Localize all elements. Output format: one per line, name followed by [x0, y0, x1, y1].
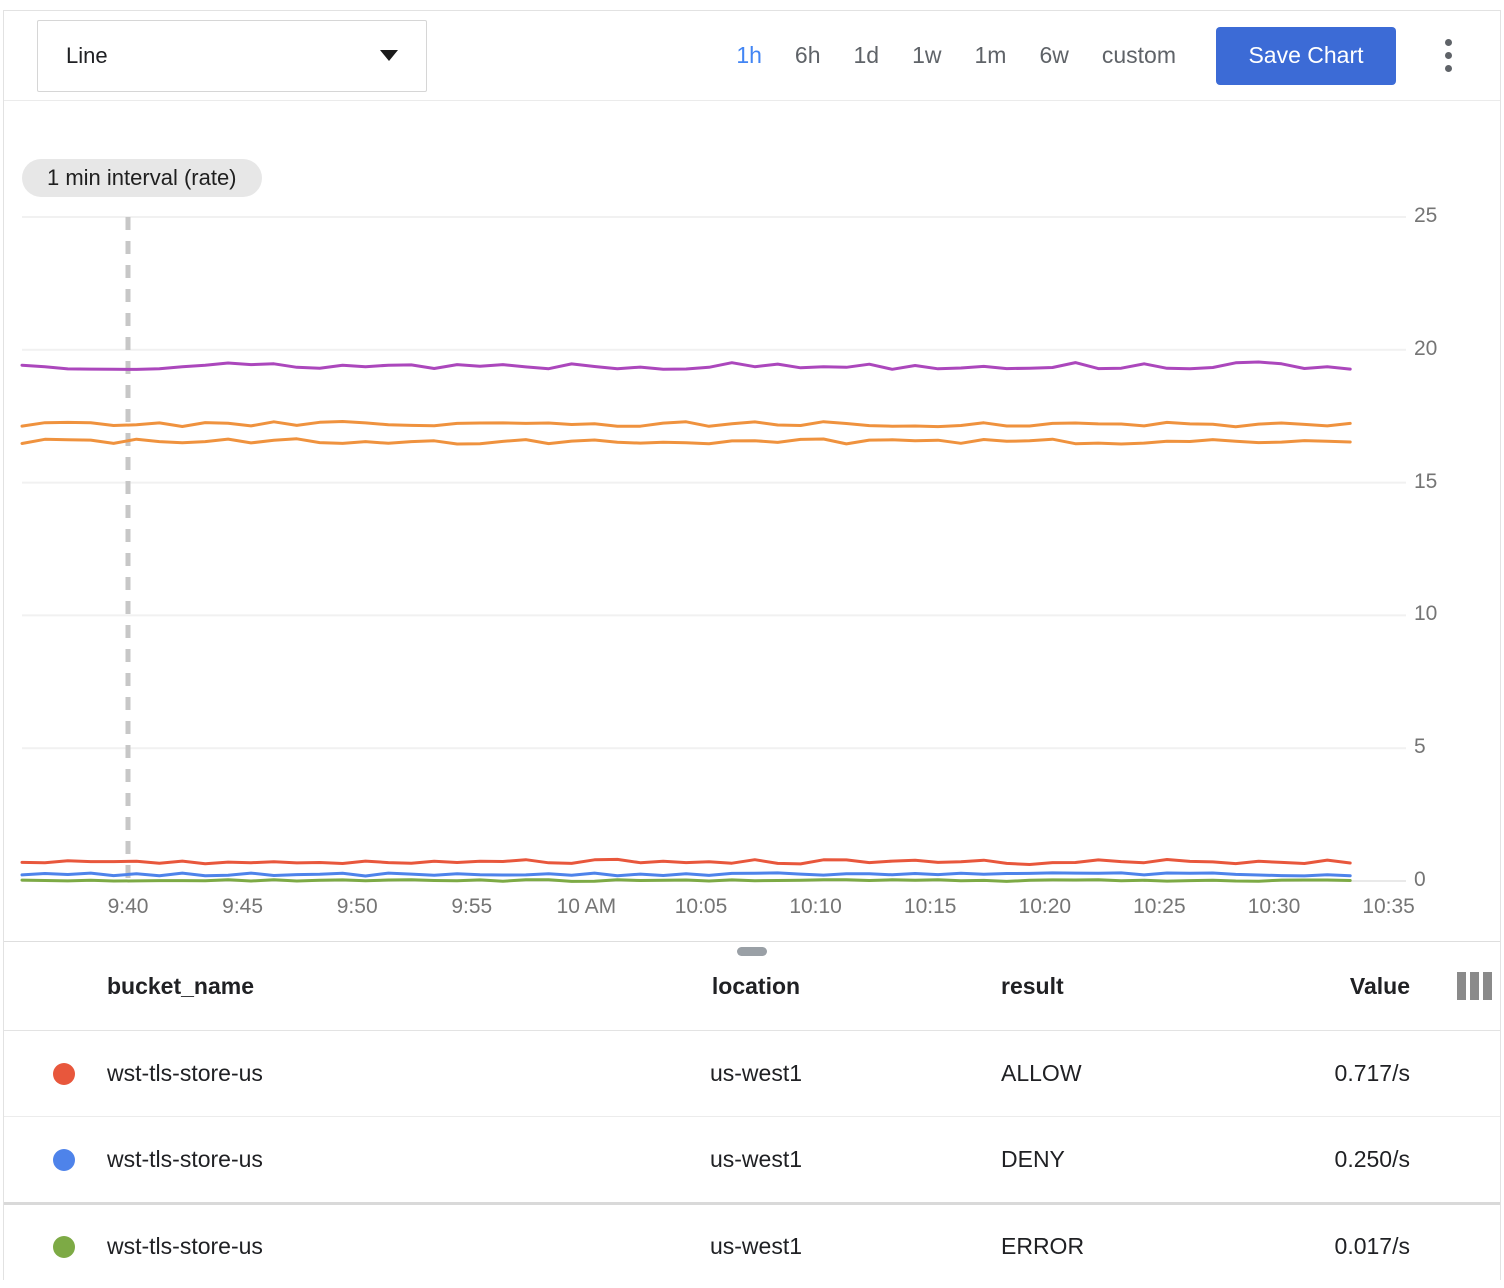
chart-toolbar: Line 1h 6h 1d 1w 1m 6w custom Save Chart — [4, 11, 1500, 101]
value-cell: 0.250/s — [1231, 1146, 1414, 1173]
time-range-1m[interactable]: 1m — [975, 42, 1007, 69]
time-range-6w[interactable]: 6w — [1039, 42, 1068, 69]
series-line-unlabeled-orange-upper[interactable] — [22, 422, 1350, 427]
legend-table: bucket_name location result Value wst-tl… — [4, 941, 1500, 1288]
x-axis-tick-label: 10:15 — [904, 895, 957, 919]
x-axis-tick-label: 10:35 — [1362, 895, 1415, 919]
y-axis-tick-label: 10 — [1414, 602, 1437, 626]
x-axis-tick-label: 9:40 — [108, 895, 149, 919]
series-line-wst-tls-store-us us-west1 ALLOW[interactable] — [22, 859, 1350, 864]
result-cell: DENY — [908, 1146, 1231, 1173]
location-header: location — [604, 973, 908, 1000]
time-range-custom[interactable]: custom — [1102, 42, 1176, 69]
bucket-name-header: bucket_name — [107, 973, 604, 1000]
series-line-unlabeled-orange-lower[interactable] — [22, 439, 1350, 444]
x-axis-tick-label: 10 AM — [557, 895, 617, 919]
table-row[interactable]: wst-tls-store-us us-west1 DENY 0.250/s — [4, 1116, 1500, 1202]
series-line-unlabeled-purple[interactable] — [22, 362, 1350, 369]
table-row[interactable]: wst-tls-store-us us-west1 ALLOW 0.717/s — [4, 1030, 1500, 1116]
chart-card: Line 1h6h1d1w1m6wcustom Save Chart 1 min… — [3, 10, 1501, 1280]
more-options-kebab-icon[interactable] — [1426, 27, 1470, 85]
value-cell: 0.717/s — [1231, 1060, 1414, 1087]
time-range-1d[interactable]: 1d — [854, 42, 880, 69]
drag-handle[interactable] — [737, 947, 767, 956]
x-axis-tick-label: 10:30 — [1248, 895, 1301, 919]
chart-type-dropdown[interactable]: Line — [37, 20, 427, 92]
bucket-name-cell: wst-tls-store-us — [107, 1060, 604, 1087]
series-line-wst-tls-store-us us-west1 ERROR[interactable] — [22, 880, 1350, 882]
y-axis-tick-label: 15 — [1414, 470, 1437, 494]
time-range-1w[interactable]: 1w — [912, 42, 941, 69]
table-row[interactable]: wst-tls-store-us us-west1 ERROR 0.017/s — [4, 1202, 1500, 1288]
line-chart[interactable] — [4, 101, 1500, 941]
location-cell: us-west1 — [604, 1060, 908, 1087]
x-axis-tick-label: 10:05 — [675, 895, 728, 919]
value-cell: 0.017/s — [1231, 1233, 1414, 1260]
x-axis-tick-label: 10:10 — [789, 895, 842, 919]
chart-type-value: Line — [66, 43, 108, 69]
time-range-group: 1h 6h 1d 1w 1m 6w custom — [736, 42, 1176, 69]
location-cell: us-west1 — [604, 1146, 908, 1173]
chevron-down-icon — [380, 50, 398, 61]
time-range-1h[interactable]: 1h — [736, 42, 762, 69]
series-color-dot — [53, 1236, 75, 1258]
time-range-6h[interactable]: 6h — [795, 42, 821, 69]
save-chart-button[interactable]: Save Chart — [1216, 27, 1396, 85]
location-cell: us-west1 — [604, 1233, 908, 1260]
x-axis-tick-label: 9:45 — [222, 895, 263, 919]
x-axis-tick-label: 9:50 — [337, 895, 378, 919]
result-cell: ERROR — [908, 1233, 1231, 1260]
bucket-name-cell: wst-tls-store-us — [107, 1146, 604, 1173]
series-line-wst-tls-store-us us-west1 DENY[interactable] — [22, 873, 1350, 876]
x-axis-tick-label: 10:20 — [1019, 895, 1072, 919]
series-color-dot — [53, 1063, 75, 1085]
x-axis-tick-label: 10:25 — [1133, 895, 1186, 919]
y-axis-tick-label: 0 — [1414, 868, 1426, 892]
result-cell: ALLOW — [908, 1060, 1231, 1087]
series-color-dot — [53, 1149, 75, 1171]
bucket-name-cell: wst-tls-store-us — [107, 1233, 604, 1260]
columns-icon[interactable] — [1457, 972, 1492, 1000]
value-header: Value — [1231, 973, 1414, 1000]
y-axis-tick-label: 20 — [1414, 337, 1437, 361]
result-header: result — [908, 973, 1231, 1000]
x-axis-tick-label: 9:55 — [451, 895, 492, 919]
chart-plot-area[interactable]: 1 min interval (rate) 05101520259:409:45… — [4, 101, 1500, 941]
y-axis-tick-label: 25 — [1414, 204, 1437, 228]
y-axis-tick-label: 5 — [1414, 735, 1426, 759]
